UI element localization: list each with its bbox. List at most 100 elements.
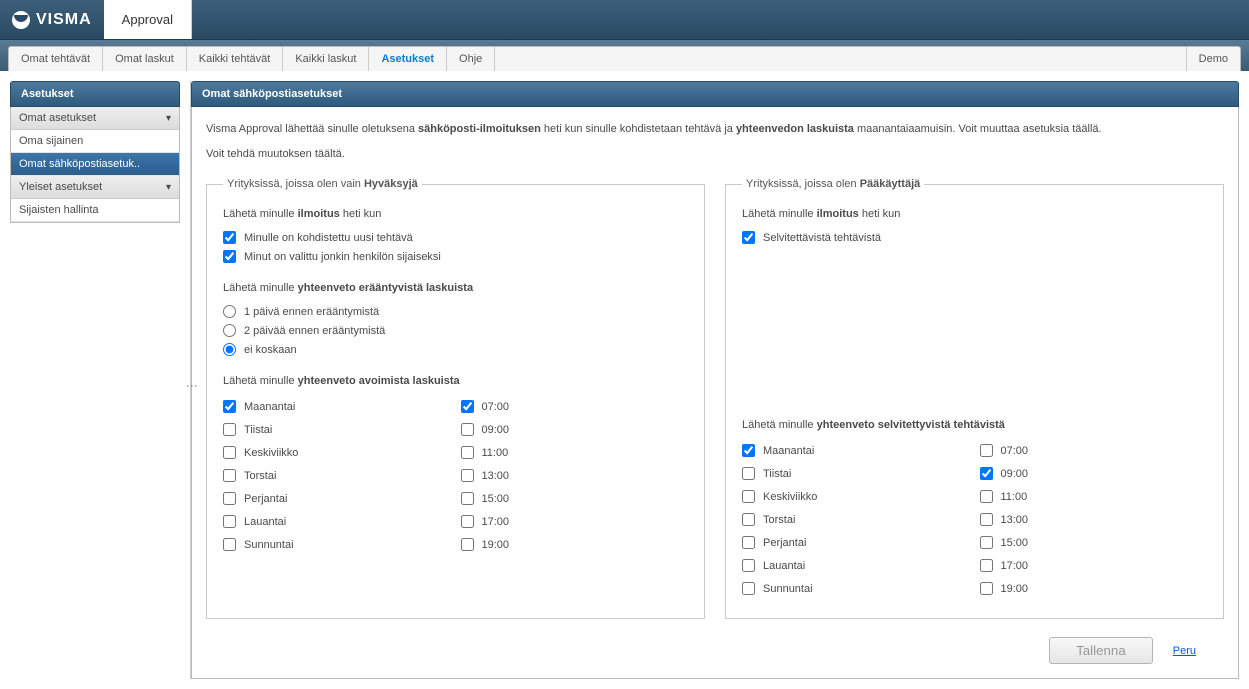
time-option[interactable]: 17:00 bbox=[461, 510, 689, 533]
checkbox-review-tasks[interactable]: Selvitettävistä tehtävistä bbox=[742, 228, 1207, 247]
intro-bold: yhteenvedon laskuista bbox=[736, 123, 854, 135]
time-option[interactable]: 13:00 bbox=[461, 464, 689, 487]
checkbox-input[interactable] bbox=[223, 469, 236, 482]
day-option[interactable]: Tiistai bbox=[742, 462, 970, 485]
time-option[interactable]: 07:00 bbox=[461, 395, 689, 418]
checkbox-input[interactable] bbox=[223, 538, 236, 551]
day-option[interactable]: Maanantai bbox=[742, 439, 970, 462]
checkbox-input[interactable] bbox=[461, 400, 474, 413]
nav-demo[interactable]: Demo bbox=[1186, 47, 1240, 71]
brand-logo: VISMA bbox=[0, 0, 104, 39]
checkbox-input[interactable] bbox=[223, 515, 236, 528]
sidebar-group-omat-asetukset[interactable]: Omat asetukset ▾ bbox=[11, 107, 179, 130]
checkbox-input[interactable] bbox=[742, 444, 755, 457]
checkbox-input[interactable] bbox=[461, 538, 474, 551]
checkbox-input[interactable] bbox=[461, 469, 474, 482]
sidebar-body: Omat asetukset ▾ Oma sijainen Omat sähkö… bbox=[10, 107, 180, 223]
main-panel: ⋮ Omat sähköpostiasetukset Visma Approva… bbox=[190, 81, 1239, 679]
checkbox-new-task[interactable]: Minulle on kohdistettu uusi tehtävä bbox=[223, 228, 688, 247]
checkbox-input[interactable] bbox=[742, 490, 755, 503]
splitter-grip-icon[interactable]: ⋮ bbox=[185, 380, 199, 392]
radio-input[interactable] bbox=[223, 324, 236, 337]
checkbox-input[interactable] bbox=[742, 559, 755, 572]
checkbox-substitute[interactable]: Minut on valittu jonkin henkilön sijaise… bbox=[223, 247, 688, 266]
time-option[interactable]: 19:00 bbox=[461, 533, 689, 556]
day-label: Keskiviikko bbox=[763, 491, 817, 503]
time-label: 11:00 bbox=[1001, 491, 1028, 503]
section-notify-left: Lähetä minulle ilmoitus heti kun Minulle… bbox=[223, 208, 688, 266]
nav-kaikki-laskut[interactable]: Kaikki laskut bbox=[283, 47, 369, 71]
day-label: Tiistai bbox=[244, 424, 272, 436]
checkbox-input[interactable] bbox=[980, 513, 993, 526]
time-option[interactable]: 11:00 bbox=[461, 441, 689, 464]
day-option[interactable]: Maanantai bbox=[223, 395, 451, 418]
time-option[interactable]: 15:00 bbox=[461, 487, 689, 510]
day-option[interactable]: Keskiviikko bbox=[223, 441, 451, 464]
time-option[interactable]: 11:00 bbox=[980, 485, 1208, 508]
checkbox-input[interactable] bbox=[980, 444, 993, 457]
day-option[interactable]: Tiistai bbox=[223, 418, 451, 441]
app-tab-approval[interactable]: Approval bbox=[104, 0, 192, 39]
day-option[interactable]: Sunnuntai bbox=[742, 577, 970, 600]
checkbox-input[interactable] bbox=[742, 467, 755, 480]
checkbox-input[interactable] bbox=[223, 231, 236, 244]
checkbox-input[interactable] bbox=[980, 559, 993, 572]
time-option[interactable]: 09:00 bbox=[980, 462, 1208, 485]
checkbox-input[interactable] bbox=[742, 582, 755, 595]
time-option[interactable]: 13:00 bbox=[980, 508, 1208, 531]
sidebar-item-oma-sijainen[interactable]: Oma sijainen bbox=[11, 130, 179, 153]
heading-text: Lähetä minulle bbox=[742, 208, 817, 220]
time-option[interactable]: 09:00 bbox=[461, 418, 689, 441]
checkbox-input[interactable] bbox=[223, 423, 236, 436]
sidebar-group-yleiset-asetukset[interactable]: Yleiset asetukset ▾ bbox=[11, 176, 179, 199]
checkbox-input[interactable] bbox=[742, 536, 755, 549]
cancel-link[interactable]: Peru bbox=[1173, 645, 1196, 657]
day-label: Maanantai bbox=[763, 445, 814, 457]
section-open-left: Lähetä minulle yhteenveto avoimista lask… bbox=[223, 375, 688, 556]
day-option[interactable]: Perjantai bbox=[223, 487, 451, 510]
radio-never[interactable]: ei koskaan bbox=[223, 340, 688, 359]
time-option[interactable]: 19:00 bbox=[980, 577, 1208, 600]
checkbox-input[interactable] bbox=[742, 231, 755, 244]
day-label: Perjantai bbox=[763, 537, 806, 549]
radio-1-day[interactable]: 1 päivä ennen erääntymistä bbox=[223, 302, 688, 321]
nav-ohje[interactable]: Ohje bbox=[447, 47, 495, 71]
checkbox-input[interactable] bbox=[223, 492, 236, 505]
radio-2-days[interactable]: 2 päivää ennen erääntymistä bbox=[223, 321, 688, 340]
save-button[interactable]: Tallenna bbox=[1049, 637, 1153, 664]
radio-input[interactable] bbox=[223, 305, 236, 318]
day-option[interactable]: Sunnuntai bbox=[223, 533, 451, 556]
checkbox-input[interactable] bbox=[461, 423, 474, 436]
checkbox-input[interactable] bbox=[461, 446, 474, 459]
sidebar-item-email-settings[interactable]: Omat sähköpostiasetuk.. bbox=[11, 153, 179, 176]
legend-bold: Pääkäyttäjä bbox=[860, 178, 921, 190]
radio-input[interactable] bbox=[223, 343, 236, 356]
time-option[interactable]: 07:00 bbox=[980, 439, 1208, 462]
sidebar-item-sijaisten-hallinta[interactable]: Sijaisten hallinta bbox=[11, 199, 179, 222]
checkbox-input[interactable] bbox=[742, 513, 755, 526]
checkbox-input[interactable] bbox=[980, 467, 993, 480]
checkbox-input[interactable] bbox=[461, 492, 474, 505]
day-option[interactable]: Torstai bbox=[742, 508, 970, 531]
checkbox-input[interactable] bbox=[980, 582, 993, 595]
time-option[interactable]: 15:00 bbox=[980, 531, 1208, 554]
day-option[interactable]: Torstai bbox=[223, 464, 451, 487]
nav-asetukset[interactable]: Asetukset bbox=[369, 47, 447, 71]
day-option[interactable]: Lauantai bbox=[223, 510, 451, 533]
nav-kaikki-tehtavat[interactable]: Kaikki tehtävät bbox=[187, 47, 284, 71]
heading-bold: ilmoitus bbox=[817, 208, 859, 220]
checkbox-label: Minut on valittu jonkin henkilön sijaise… bbox=[244, 251, 441, 263]
checkbox-input[interactable] bbox=[223, 400, 236, 413]
time-option[interactable]: 17:00 bbox=[980, 554, 1208, 577]
checkbox-input[interactable] bbox=[461, 515, 474, 528]
checkbox-input[interactable] bbox=[980, 536, 993, 549]
nav-omat-tehtavat[interactable]: Omat tehtävät bbox=[9, 47, 103, 71]
nav-omat-laskut[interactable]: Omat laskut bbox=[103, 47, 187, 71]
checkbox-input[interactable] bbox=[223, 250, 236, 263]
day-option[interactable]: Perjantai bbox=[742, 531, 970, 554]
day-option[interactable]: Lauantai bbox=[742, 554, 970, 577]
panel-approver: Yrityksissä, joissa olen vain Hyväksyjä … bbox=[206, 178, 705, 619]
checkbox-input[interactable] bbox=[980, 490, 993, 503]
day-option[interactable]: Keskiviikko bbox=[742, 485, 970, 508]
checkbox-input[interactable] bbox=[223, 446, 236, 459]
